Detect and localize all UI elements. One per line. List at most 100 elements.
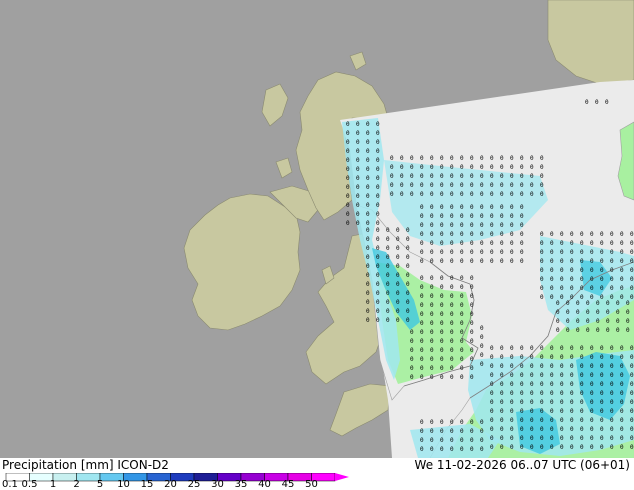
rain-value-glyph: 0 bbox=[490, 345, 494, 352]
rain-value-glyph: 0 bbox=[570, 390, 574, 397]
rain-value-glyph: 0 bbox=[560, 381, 564, 388]
rain-value-glyph: 0 bbox=[480, 173, 484, 180]
rain-value-glyph: 0 bbox=[366, 254, 370, 261]
rain-value-glyph: 0 bbox=[366, 236, 370, 243]
rain-value-glyph: 0 bbox=[470, 173, 474, 180]
rain-value-glyph: 0 bbox=[510, 155, 514, 162]
rain-value-glyph: 0 bbox=[346, 148, 350, 155]
rain-value-glyph: 0 bbox=[530, 435, 534, 442]
rain-value-glyph: 0 bbox=[500, 390, 504, 397]
rain-value-glyph: 0 bbox=[470, 338, 474, 345]
rain-value-glyph: 0 bbox=[460, 173, 464, 180]
rain-value-glyph: 0 bbox=[420, 374, 424, 381]
rain-value-glyph: 0 bbox=[460, 356, 464, 363]
rain-value-glyph: 0 bbox=[620, 417, 624, 424]
rain-value-glyph: 0 bbox=[450, 320, 454, 327]
rain-value-glyph: 0 bbox=[520, 240, 524, 247]
rain-value-glyph: 0 bbox=[590, 249, 594, 256]
rain-value-glyph: 0 bbox=[560, 417, 564, 424]
rain-value-glyph: 0 bbox=[606, 327, 610, 334]
rain-value-glyph: 0 bbox=[570, 426, 574, 433]
rain-value-glyph: 0 bbox=[510, 204, 514, 211]
rain-value-glyph: 0 bbox=[440, 311, 444, 318]
rain-value-glyph: 0 bbox=[400, 155, 404, 162]
rain-value-glyph: 0 bbox=[460, 446, 464, 453]
rain-value-glyph: 0 bbox=[610, 363, 614, 370]
rain-value-glyph: 0 bbox=[590, 417, 594, 424]
rain-value-glyph: 0 bbox=[366, 130, 370, 137]
rain-value-glyph: 0 bbox=[570, 435, 574, 442]
rain-value-glyph: 0 bbox=[376, 121, 380, 128]
rain-value-glyph: 0 bbox=[606, 318, 610, 325]
rain-value-glyph: 0 bbox=[500, 426, 504, 433]
rain-value-glyph: 0 bbox=[440, 164, 444, 171]
rain-value-glyph: 0 bbox=[540, 354, 544, 361]
rain-value-glyph: 0 bbox=[366, 227, 370, 234]
rain-value-glyph: 0 bbox=[490, 354, 494, 361]
rain-value-glyph: 0 bbox=[390, 155, 394, 162]
rain-value-glyph: 0 bbox=[500, 240, 504, 247]
rain-value-glyph: 0 bbox=[430, 222, 434, 229]
rain-value-glyph: 0 bbox=[396, 317, 400, 324]
rain-value-glyph: 0 bbox=[470, 164, 474, 171]
rain-value-glyph: 0 bbox=[500, 182, 504, 189]
rain-value-glyph: 0 bbox=[566, 300, 570, 307]
rain-value-glyph: 0 bbox=[580, 276, 584, 283]
rain-value-glyph: 0 bbox=[386, 281, 390, 288]
rain-value-glyph: 0 bbox=[550, 258, 554, 265]
rain-value-glyph: 0 bbox=[440, 191, 444, 198]
rain-value-glyph: 0 bbox=[540, 435, 544, 442]
rain-value-glyph: 0 bbox=[550, 417, 554, 424]
rain-value-glyph: 0 bbox=[590, 390, 594, 397]
rain-value-glyph: 0 bbox=[610, 408, 614, 415]
rain-value-glyph: 0 bbox=[420, 302, 424, 309]
rain-value-glyph: 0 bbox=[376, 299, 380, 306]
rain-value-glyph: 0 bbox=[560, 258, 564, 265]
rain-value-glyph: 0 bbox=[400, 164, 404, 171]
rain-value-glyph: 0 bbox=[500, 191, 504, 198]
rain-value-glyph: 0 bbox=[530, 381, 534, 388]
rain-value-glyph: 0 bbox=[480, 352, 484, 359]
rain-value-glyph: 0 bbox=[520, 191, 524, 198]
rain-value-glyph: 0 bbox=[366, 166, 370, 173]
rain-value-glyph: 0 bbox=[366, 281, 370, 288]
rain-value-glyph: 0 bbox=[470, 356, 474, 363]
rain-value-glyph: 0 bbox=[500, 173, 504, 180]
rain-value-glyph: 0 bbox=[420, 164, 424, 171]
rain-value-glyph: 0 bbox=[580, 345, 584, 352]
rain-value-glyph: 0 bbox=[376, 254, 380, 261]
rain-value-glyph: 0 bbox=[550, 381, 554, 388]
rain-value-glyph: 0 bbox=[430, 249, 434, 256]
rain-value-glyph: 0 bbox=[480, 191, 484, 198]
rain-value-glyph: 0 bbox=[510, 164, 514, 171]
rain-value-glyph: 0 bbox=[560, 426, 564, 433]
rain-value-glyph: 0 bbox=[366, 211, 370, 218]
rain-value-glyph: 0 bbox=[500, 231, 504, 238]
rain-value-glyph: 0 bbox=[620, 354, 624, 361]
rain-value-glyph: 0 bbox=[596, 309, 600, 316]
rain-value-glyph: 0 bbox=[420, 320, 424, 327]
rain-value-glyph: 0 bbox=[480, 437, 484, 444]
rain-value-glyph: 0 bbox=[570, 444, 574, 451]
rain-value-glyph: 0 bbox=[630, 372, 634, 379]
rain-value-glyph: 0 bbox=[620, 294, 624, 301]
rain-value-glyph: 0 bbox=[440, 293, 444, 300]
rain-value-glyph: 0 bbox=[440, 275, 444, 282]
rain-value-glyph: 0 bbox=[570, 345, 574, 352]
rain-value-glyph: 0 bbox=[376, 193, 380, 200]
rain-value-glyph: 0 bbox=[520, 381, 524, 388]
rain-value-glyph: 0 bbox=[480, 361, 484, 368]
rain-value-glyph: 0 bbox=[480, 428, 484, 435]
rain-value-glyph: 0 bbox=[586, 318, 590, 325]
rain-value-glyph: 0 bbox=[406, 236, 410, 243]
rain-value-glyph: 0 bbox=[490, 408, 494, 415]
rain-value-glyph: 0 bbox=[450, 419, 454, 426]
rain-value-glyph: 0 bbox=[440, 347, 444, 354]
rain-value-glyph: 0 bbox=[480, 240, 484, 247]
rain-value-glyph: 0 bbox=[490, 204, 494, 211]
rain-value-glyph: 0 bbox=[600, 294, 604, 301]
rain-value-glyph: 0 bbox=[460, 258, 464, 265]
rain-value-glyph: 0 bbox=[570, 372, 574, 379]
rain-value-glyph: 0 bbox=[460, 293, 464, 300]
rain-value-glyph: 0 bbox=[530, 372, 534, 379]
